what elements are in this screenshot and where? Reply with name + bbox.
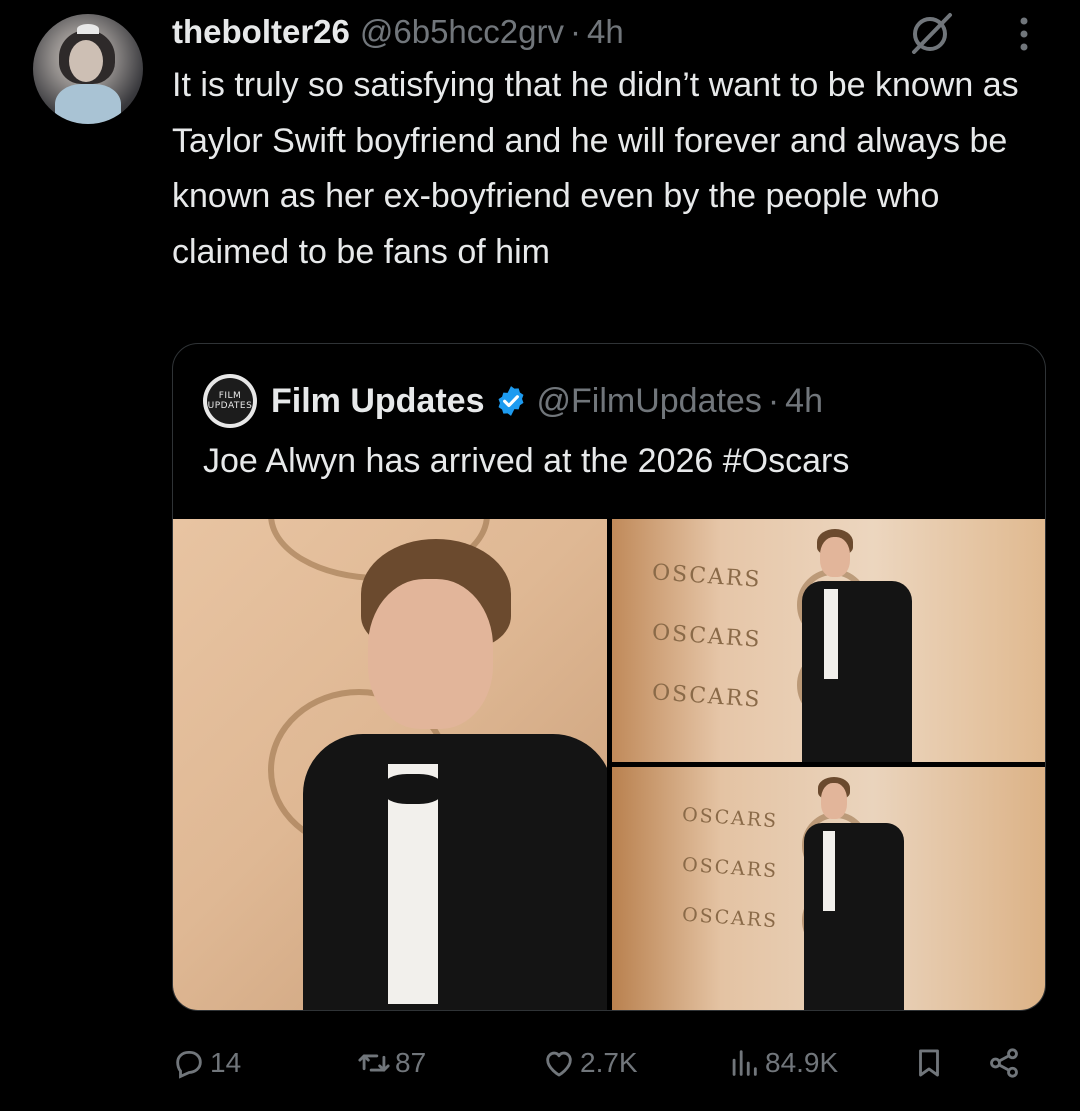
backdrop-oscars-text: OSCARS bbox=[651, 680, 763, 713]
avatar-tiara bbox=[77, 24, 99, 34]
quoted-avatar-logo-line2: UPDATES bbox=[207, 401, 253, 411]
author-display-name[interactable]: thebolter26 bbox=[172, 13, 350, 51]
share-icon bbox=[990, 1048, 1018, 1078]
avatar-face bbox=[69, 40, 103, 82]
avatar-figure bbox=[55, 84, 121, 124]
repost-icon bbox=[358, 1054, 390, 1072]
views-count: 84.9K bbox=[765, 1047, 839, 1078]
quoted-tweet-timestamp[interactable]: 4h bbox=[785, 382, 823, 421]
quoted-header-separator: · bbox=[767, 381, 780, 420]
photo-shape bbox=[383, 774, 443, 804]
verified-badge-icon bbox=[499, 386, 524, 416]
backdrop-oscars-text: OSCARS bbox=[651, 620, 763, 653]
quoted-tweet-header: FILM UPDATES Film Updates @FilmUpdates ·… bbox=[203, 374, 823, 428]
repost-button[interactable]: 87 bbox=[357, 1037, 426, 1089]
media-photo-main[interactable] bbox=[173, 519, 607, 1010]
photo-shape bbox=[820, 537, 850, 577]
like-button[interactable]: 2.7K bbox=[542, 1037, 638, 1089]
author-avatar[interactable] bbox=[33, 14, 143, 124]
photo-shape bbox=[804, 823, 904, 1010]
author-handle[interactable]: @6b5hcc2grv bbox=[360, 13, 564, 51]
heart-icon bbox=[546, 1051, 572, 1077]
reply-button[interactable]: 14 bbox=[172, 1037, 241, 1089]
backdrop-oscars-text: OSCARS bbox=[681, 853, 779, 883]
backdrop-oscars-text: OSCARS bbox=[681, 903, 779, 933]
media-grid: OSCARS OSCARS OSCARS OSCARS OSCARS OSCAR… bbox=[173, 519, 1045, 1010]
quoted-tweet-text: Joe Alwyn has arrived at the 2026 #Oscar… bbox=[203, 442, 850, 480]
quoted-avatar-logo-line1: FILM bbox=[218, 391, 242, 401]
quoted-author-avatar[interactable]: FILM UPDATES bbox=[203, 374, 257, 428]
photo-shape bbox=[824, 589, 838, 679]
views-button[interactable]: 84.9K bbox=[727, 1037, 838, 1089]
photo-shape bbox=[368, 579, 493, 729]
views-icon bbox=[732, 1050, 757, 1076]
photo-shape bbox=[821, 783, 847, 819]
grok-icon[interactable] bbox=[906, 12, 956, 54]
more-icon[interactable] bbox=[1014, 14, 1034, 54]
bookmark-icon bbox=[919, 1049, 939, 1077]
like-count: 2.7K bbox=[580, 1047, 638, 1078]
quoted-author-display-name[interactable]: Film Updates bbox=[271, 382, 484, 421]
photo-shape bbox=[823, 831, 835, 911]
quoted-tweet[interactable]: FILM UPDATES Film Updates @FilmUpdates ·… bbox=[172, 343, 1046, 1011]
photo-shape bbox=[303, 734, 607, 1010]
quoted-avatar-logo: FILM UPDATES bbox=[207, 378, 253, 424]
bookmark-button[interactable] bbox=[912, 1037, 950, 1089]
media-photo-top-right[interactable]: OSCARS OSCARS OSCARS bbox=[612, 519, 1045, 762]
backdrop-oscars-text: OSCARS bbox=[681, 803, 779, 833]
quoted-author-handle[interactable]: @FilmUpdates bbox=[536, 382, 761, 421]
tweet-header: thebolter26 @6b5hcc2grv · 4h bbox=[172, 10, 624, 54]
share-button[interactable] bbox=[987, 1037, 1025, 1089]
photo-shape bbox=[802, 581, 912, 762]
media-photo-bottom-right[interactable]: OSCARS OSCARS OSCARS bbox=[612, 767, 1045, 1010]
tweet-actions: 14 87 2.7K 84.9K bbox=[172, 1037, 1032, 1089]
reply-icon bbox=[176, 1050, 202, 1079]
tweet-timestamp[interactable]: 4h bbox=[587, 13, 624, 51]
tweet-text: It is truly so satisfying that he didn’t… bbox=[172, 66, 1019, 271]
repost-count: 87 bbox=[395, 1047, 427, 1078]
backdrop-oscars-text: OSCARS bbox=[651, 560, 763, 593]
header-separator: · bbox=[569, 13, 581, 50]
reply-count: 14 bbox=[210, 1047, 242, 1078]
